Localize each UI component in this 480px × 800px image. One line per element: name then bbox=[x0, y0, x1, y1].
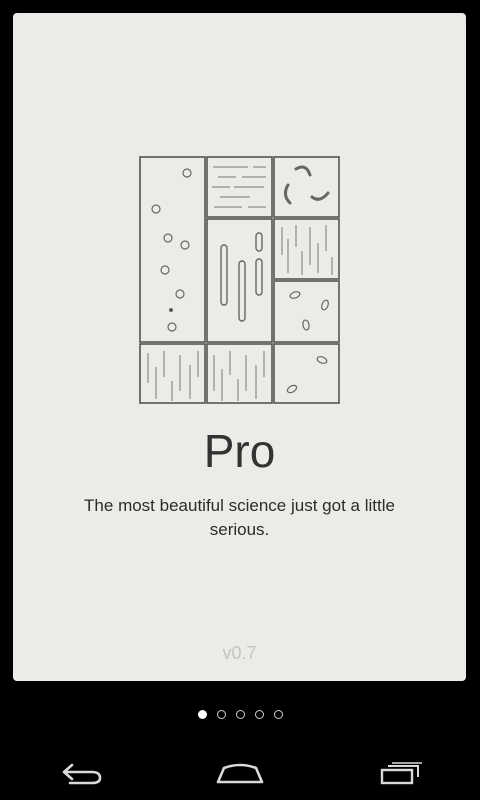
home-button[interactable] bbox=[200, 753, 280, 793]
app-logo-icon bbox=[139, 156, 340, 404]
page-dot-5[interactable] bbox=[273, 710, 283, 719]
page-title: Pro bbox=[203, 425, 276, 477]
home-icon bbox=[216, 763, 264, 783]
page-dot-4[interactable] bbox=[254, 710, 264, 719]
version-label: v0.7 bbox=[222, 643, 257, 663]
page-indicator bbox=[0, 710, 480, 724]
recents-icon bbox=[380, 761, 422, 784]
page-dot-2[interactable] bbox=[216, 710, 226, 719]
page-dot-3[interactable] bbox=[235, 710, 245, 719]
page-dot-1[interactable] bbox=[197, 710, 207, 719]
recents-button[interactable] bbox=[360, 753, 440, 793]
tagline-text: The most beautiful science just got a li… bbox=[84, 496, 395, 539]
back-button[interactable] bbox=[40, 753, 120, 793]
intro-card: Pro The most beautiful science just got … bbox=[13, 13, 466, 681]
system-navigation-bar bbox=[0, 745, 480, 800]
back-icon bbox=[62, 763, 102, 784]
